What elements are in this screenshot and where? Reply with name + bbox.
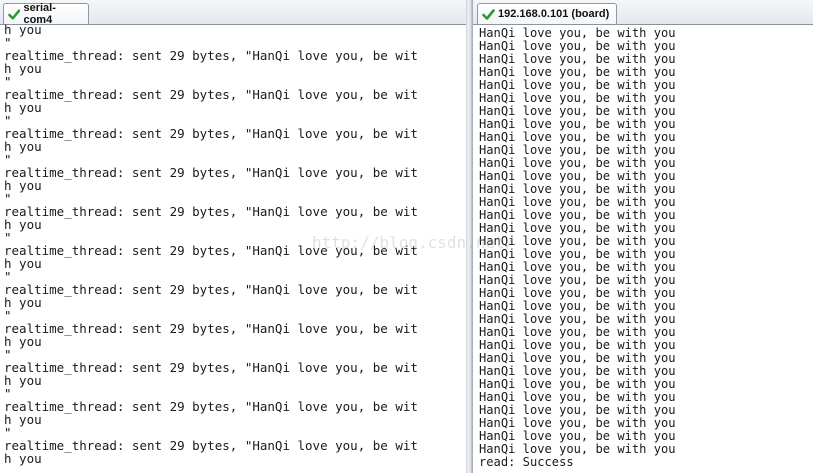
terminal-line: realtime_thread: sent 29 bytes, "HanQi l… bbox=[4, 204, 418, 219]
tab-board-session[interactable]: 192.168.0.101 (board) bbox=[477, 3, 617, 24]
terminal-line: h you bbox=[4, 22, 42, 37]
terminal-line: realtime_thread: sent 29 bytes, "HanQi l… bbox=[4, 126, 418, 141]
ssh-terminal-output[interactable]: HanQi love you, be with you HanQi love yo… bbox=[473, 26, 813, 473]
terminal-line: h you bbox=[4, 217, 42, 232]
terminal-line: h you bbox=[4, 412, 42, 427]
terminal-line: realtime_thread: sent 29 bytes, "HanQi l… bbox=[4, 48, 418, 63]
right-tab-strip: 192.168.0.101 (board) bbox=[473, 0, 813, 25]
terminal-line: h you bbox=[4, 334, 42, 349]
terminal-line: h you bbox=[4, 256, 42, 271]
terminal-line: read: Success bbox=[479, 455, 574, 469]
terminal-line: realtime_thread: sent 29 bytes, "HanQi l… bbox=[4, 321, 418, 336]
terminal-line: h you bbox=[4, 373, 42, 388]
check-icon bbox=[8, 8, 21, 20]
terminal-line: h you bbox=[4, 139, 42, 154]
terminal-line: realtime_thread: sent 29 bytes, "HanQi l… bbox=[4, 360, 418, 375]
terminal-line: h you bbox=[4, 61, 42, 76]
tab-label: 192.168.0.101 (board) bbox=[498, 8, 610, 20]
right-terminal-pane[interactable]: 192.168.0.101 (board) HanQi love you, be… bbox=[473, 0, 813, 473]
terminal-line: realtime_thread: sent 29 bytes, "HanQi l… bbox=[4, 165, 418, 180]
terminal-line: h you bbox=[4, 100, 42, 115]
terminal-line: h you bbox=[4, 295, 42, 310]
check-icon bbox=[482, 8, 495, 20]
pane-splitter[interactable] bbox=[466, 0, 473, 473]
terminal-line: h you bbox=[4, 178, 42, 193]
terminal-line: realtime_thread: sent 29 bytes, "HanQi l… bbox=[4, 87, 418, 102]
left-terminal-pane[interactable]: serial-com4 h you " realtime_thread: sent … bbox=[0, 0, 466, 473]
left-tab-strip: serial-com4 bbox=[0, 0, 466, 26]
tab-serial-com4[interactable]: serial-com4 bbox=[3, 2, 89, 26]
terminal-line: realtime_thread: sent 29 bytes, "HanQi l… bbox=[4, 243, 418, 258]
terminal-line: realtime_thread: sent 29 bytes, "HanQi l… bbox=[4, 282, 418, 297]
terminal-line: h you bbox=[4, 451, 42, 466]
terminal-line: realtime_thread: sent 29 bytes, "HanQi l… bbox=[4, 399, 418, 414]
terminal-line: realtime_thread: sent 29 bytes, "HanQi l… bbox=[4, 438, 418, 453]
serial-terminal-output[interactable]: h you " realtime_thread: sent 29 bytes, "H… bbox=[0, 23, 466, 473]
